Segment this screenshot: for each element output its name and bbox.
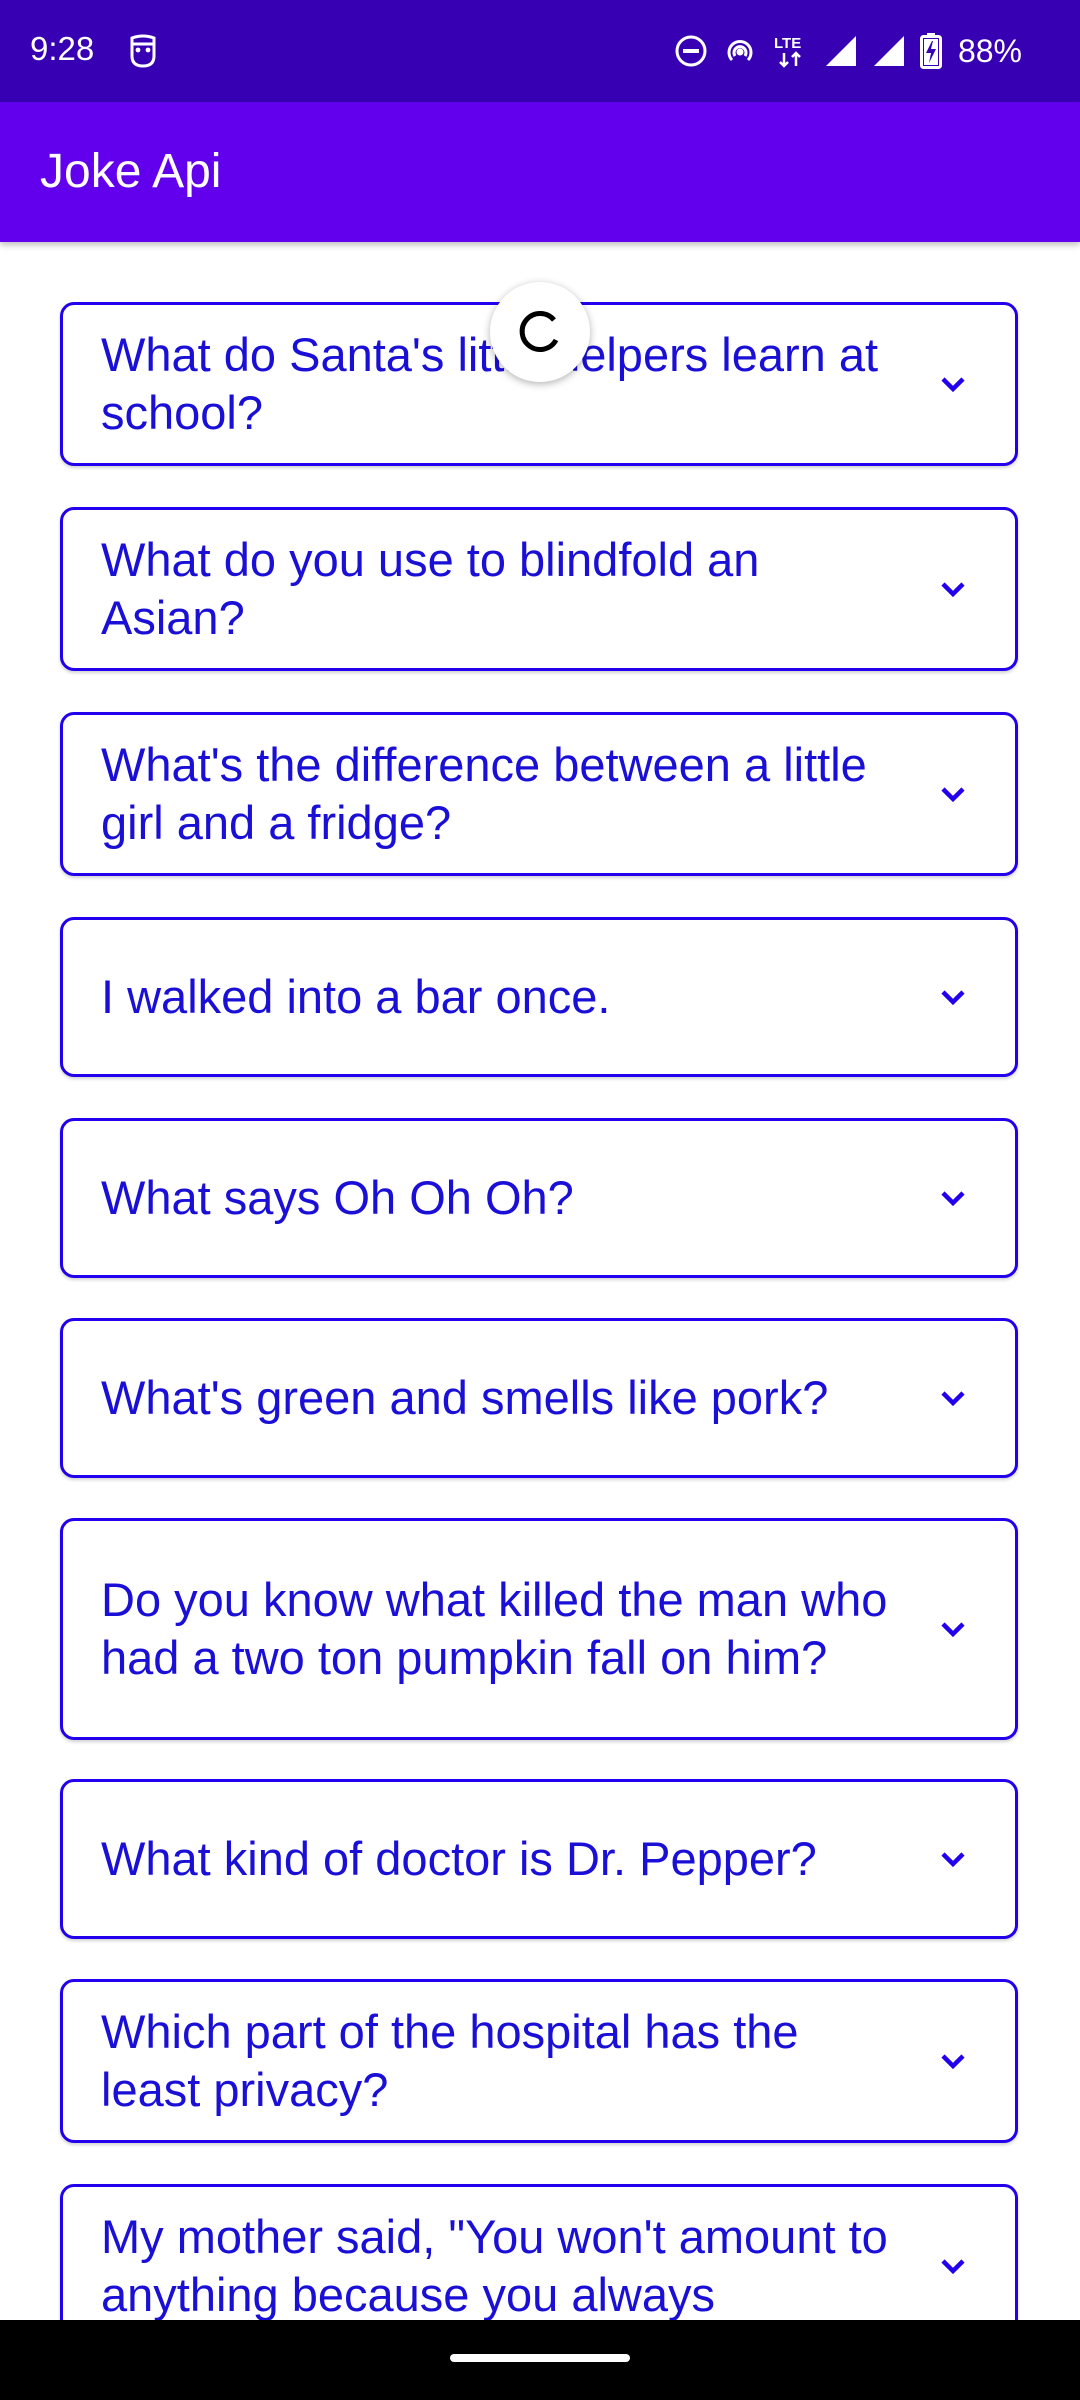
battery-percent: 88% [957, 32, 1022, 69]
lte-data-icon: LTE [772, 33, 810, 69]
status-bar: 9:28 LTE 88% [0, 0, 1080, 102]
joke-setup: I walked into a bar once. [101, 970, 611, 1023]
cell-signal-icon [872, 34, 906, 68]
joke-card[interactable]: What's green and smells like pork? [60, 1318, 1018, 1478]
wifi-signal-icon [824, 34, 858, 68]
joke-setup: My mother said, "You won't amount to any… [101, 2210, 888, 2320]
refresh-indicator [490, 282, 590, 382]
joke-setup: What says Oh Oh Oh? [101, 1171, 574, 1224]
joke-card[interactable]: What says Oh Oh Oh? [60, 1118, 1018, 1278]
refresh-spinner-icon [519, 311, 559, 352]
joke-setup: What's the difference between a little g… [101, 738, 867, 849]
battery-charging-icon [919, 33, 942, 69]
chevron-down-icon[interactable] [935, 979, 971, 1015]
joke-setup: What do you use to blindfold an Asian? [101, 533, 760, 644]
chevron-down-icon[interactable] [935, 1380, 971, 1416]
app-bar: Joke Api [0, 102, 1080, 242]
chevron-down-icon[interactable] [935, 571, 971, 607]
navigation-bar [0, 2320, 1080, 2400]
joke-card[interactable]: I walked into a bar once. [60, 917, 1018, 1077]
joke-list[interactable]: What do Santa's little helpers learn at … [0, 242, 1080, 2320]
screen: 9:28 LTE 88% Joke Api What do Santa's li… [0, 0, 1080, 2400]
joke-setup: Do you know what killed the man who had … [101, 1573, 888, 1684]
status-icons: LTE 88% [674, 28, 1022, 74]
joke-setup: Which part of the hospital has the least… [101, 2005, 799, 2116]
lte-label: LTE [774, 35, 801, 52]
joke-card[interactable]: My mother said, "You won't amount to any… [60, 2184, 1018, 2320]
chevron-down-icon[interactable] [935, 776, 971, 812]
chevron-down-icon[interactable] [935, 366, 971, 402]
joke-card[interactable]: What do you use to blindfold an Asian? [60, 507, 1018, 671]
status-time: 9:28 [30, 30, 95, 67]
joke-card[interactable]: What's the difference between a little g… [60, 712, 1018, 876]
do-not-disturb-icon [674, 34, 708, 68]
joke-card[interactable]: Do you know what killed the man who had … [60, 1518, 1018, 1740]
hotspot-icon [722, 34, 758, 68]
notification-app-icon [128, 34, 158, 68]
joke-card[interactable]: Which part of the hospital has the least… [60, 1979, 1018, 2143]
chevron-down-icon[interactable] [935, 1180, 971, 1216]
joke-setup: What's green and smells like pork? [101, 1371, 829, 1424]
joke-setup: What kind of doctor is Dr. Pepper? [101, 1832, 817, 1885]
chevron-down-icon[interactable] [935, 2248, 971, 2284]
chevron-down-icon[interactable] [935, 2043, 971, 2079]
app-title: Joke Api [40, 145, 222, 198]
chevron-down-icon[interactable] [935, 1611, 971, 1647]
gesture-handle[interactable] [450, 2354, 630, 2362]
chevron-down-icon[interactable] [935, 1841, 971, 1877]
joke-card[interactable]: What kind of doctor is Dr. Pepper? [60, 1779, 1018, 1939]
